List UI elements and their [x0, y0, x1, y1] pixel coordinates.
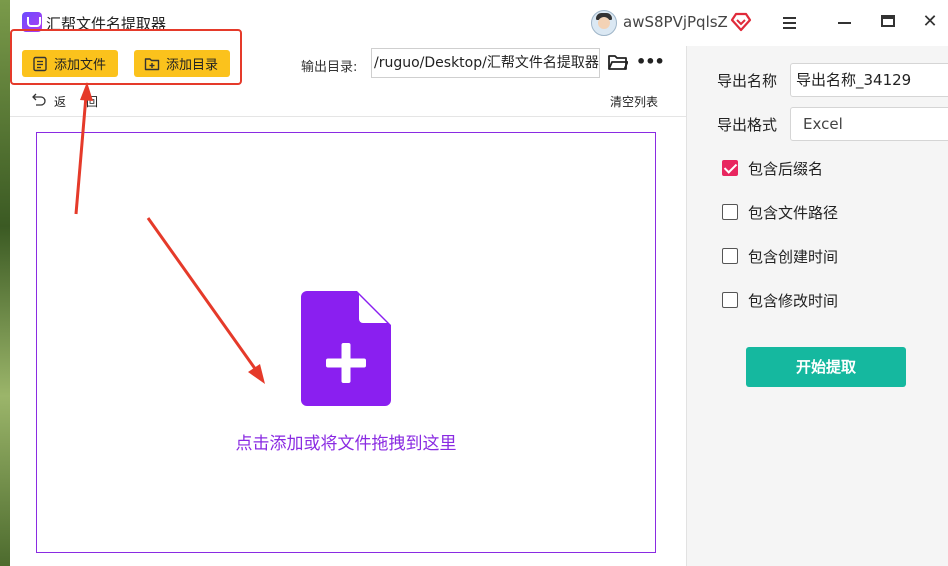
export-format-value: Excel [803, 115, 843, 133]
minimize-icon[interactable] [828, 8, 860, 36]
more-options-icon[interactable]: ••• [636, 52, 665, 71]
vip-heart-icon[interactable] [730, 11, 752, 33]
checkbox-include-created-time[interactable] [722, 248, 738, 264]
annotation-highlight-box [10, 29, 242, 85]
option-label: 包含文件路径 [748, 203, 839, 222]
option-include-modified-time[interactable]: 包含修改时间 [722, 290, 838, 310]
option-label: 包含后缀名 [748, 159, 824, 178]
export-name-input[interactable]: 导出名称_34129 [790, 63, 948, 97]
clear-list-button[interactable]: 清空列表 [610, 93, 658, 110]
checkbox-include-extension[interactable] [722, 160, 738, 176]
output-dir-input[interactable]: /ruguo/Desktop/汇帮文件名提取器 [371, 48, 600, 78]
export-format-select[interactable]: Excel [790, 107, 948, 141]
maximize-icon[interactable] [872, 8, 904, 36]
checkbox-include-modified-time[interactable] [722, 292, 738, 308]
checkbox-include-path[interactable] [722, 204, 738, 220]
drop-zone-hint: 点击添加或将文件拖拽到这里 [235, 434, 457, 454]
toolbar-divider [10, 116, 686, 117]
user-avatar[interactable] [591, 10, 617, 36]
file-drop-zone[interactable]: 点击添加或将文件拖拽到这里 [36, 132, 656, 553]
back-arrow-icon[interactable] [32, 92, 46, 106]
add-file-icon[interactable] [301, 291, 391, 406]
option-label: 包含修改时间 [748, 291, 839, 310]
app-window: 汇帮文件名提取器 awS8PVjPqlsZ ✕ 添加文件 添加目录 输出目录: … [10, 0, 948, 566]
menu-icon[interactable] [773, 8, 805, 36]
output-dir-label: 输出目录: [301, 60, 358, 75]
start-extract-button[interactable]: 开始提取 [746, 347, 906, 387]
option-include-created-time[interactable]: 包含创建时间 [722, 246, 838, 266]
export-format-label: 导出格式 [717, 116, 778, 134]
desktop-background-left [0, 0, 10, 566]
user-name[interactable]: awS8PVjPqlsZ [623, 13, 728, 31]
option-include-path[interactable]: 包含文件路径 [722, 202, 838, 222]
option-include-extension[interactable]: 包含后缀名 [722, 158, 823, 178]
back-button[interactable]: 返回 [54, 93, 118, 110]
settings-panel: 导出名称 导出名称_34129 导出格式 Excel 包含后缀名 包含文件路径 … [687, 46, 948, 566]
folder-open-icon[interactable] [608, 54, 628, 71]
option-label: 包含创建时间 [748, 247, 839, 266]
close-icon[interactable]: ✕ [914, 8, 946, 36]
export-name-label: 导出名称 [717, 72, 778, 90]
